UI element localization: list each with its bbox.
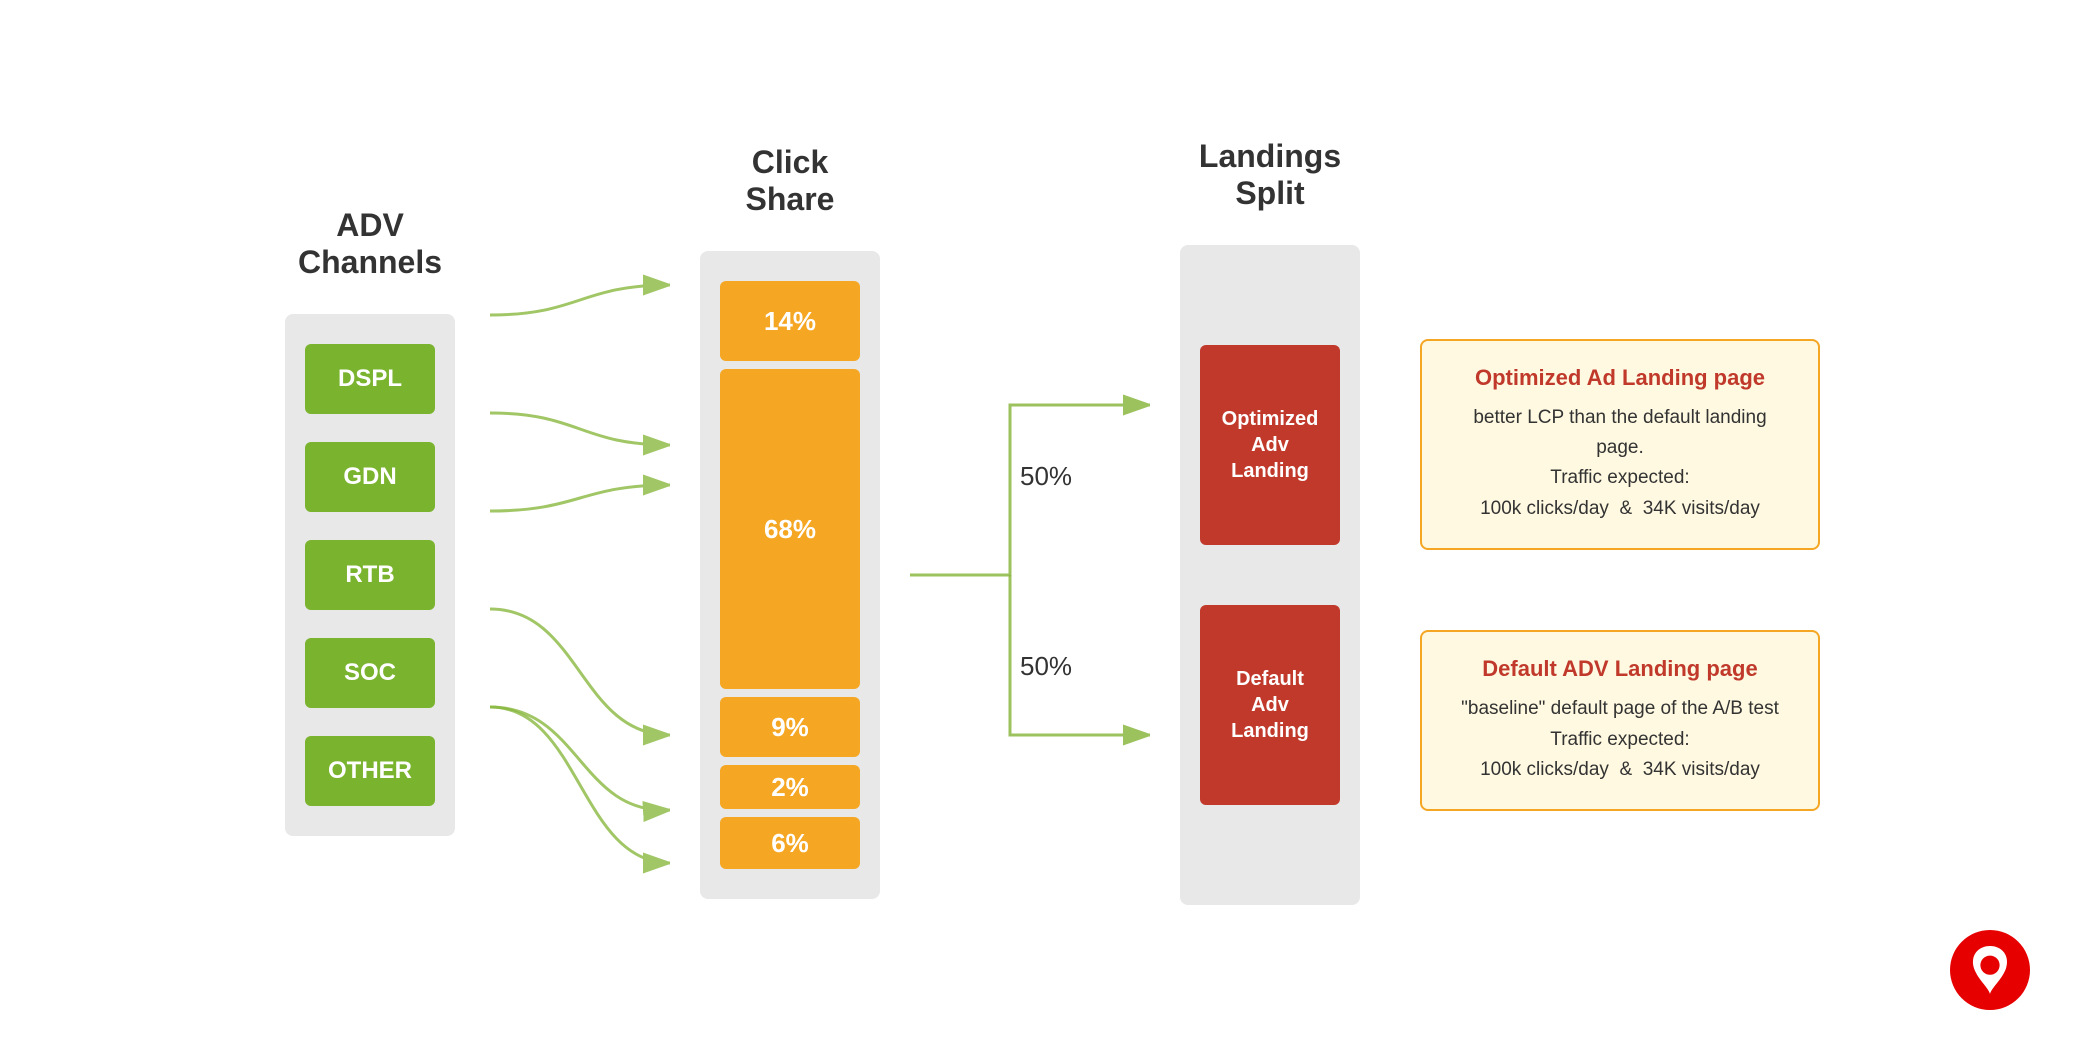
share-6: 6% [720, 817, 860, 869]
landing-column-bg: OptimizedAdvLanding DefaultAdvLanding [1180, 245, 1360, 905]
vodafone-logo [1950, 930, 2030, 1010]
share-9: 9% [720, 697, 860, 757]
share-2: 2% [720, 765, 860, 809]
optimized-info-card: Optimized Ad Landing page better LCP tha… [1420, 339, 1820, 551]
arrows-adv-to-click [490, 245, 670, 905]
optimized-landing-box: OptimizedAdvLanding [1200, 345, 1340, 545]
diagram-container: ADVChannels DSPL GDN RTB SOC OTHER [0, 0, 2090, 1040]
channel-rtb: RTB [305, 540, 435, 610]
share-68: 68% [720, 369, 860, 689]
arrows-click-to-landings: 50% 50% [910, 245, 1150, 905]
svg-text:50%: 50% [1020, 461, 1072, 491]
info-cards-column: Optimized Ad Landing page better LCP tha… [1420, 339, 1820, 812]
default-card-title: Default ADV Landing page [1450, 656, 1790, 682]
adv-column-bg: DSPL GDN RTB SOC OTHER [285, 314, 455, 836]
click-share-column: ClickShare 14% 68% 9% 2% 6% [690, 141, 890, 899]
channel-gdn: GDN [305, 442, 435, 512]
optimized-card-title: Optimized Ad Landing page [1450, 365, 1790, 391]
default-landing-box: DefaultAdvLanding [1200, 605, 1340, 805]
share-14: 14% [720, 281, 860, 361]
channel-other: OTHER [305, 736, 435, 806]
adv-channels-column: ADVChannels DSPL GDN RTB SOC OTHER [270, 204, 470, 836]
optimized-card-body: better LCP than the default landing page… [1450, 403, 1790, 525]
svg-text:50%: 50% [1020, 651, 1072, 681]
channel-soc: SOC [305, 638, 435, 708]
click-column-bg: 14% 68% 9% 2% 6% [700, 251, 880, 899]
adv-header: ADVChannels [298, 204, 442, 284]
channel-dspl: DSPL [305, 344, 435, 414]
default-card-body: "baseline" default page of the A/B test … [1450, 694, 1790, 785]
default-info-card: Default ADV Landing page "baseline" defa… [1420, 630, 1820, 811]
click-header: ClickShare [746, 141, 835, 221]
landings-split-column: LandingsSplit OptimizedAdvLanding Defaul… [1170, 135, 1370, 905]
landings-header: LandingsSplit [1199, 135, 1341, 215]
